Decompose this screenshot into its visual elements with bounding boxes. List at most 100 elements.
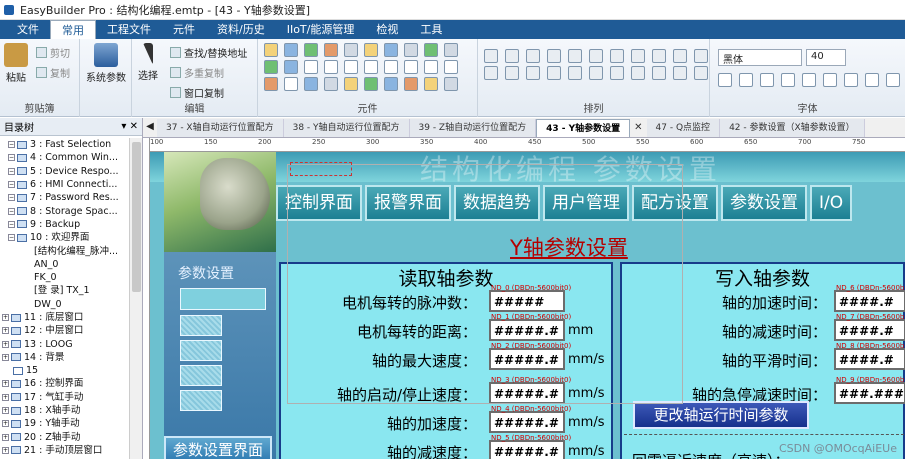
side-key-button[interactable] bbox=[180, 340, 222, 361]
select-button[interactable]: 选择 bbox=[138, 43, 158, 82]
tree-item[interactable]: +19 : Y轴手动 bbox=[0, 417, 129, 430]
unit-label: mm/s bbox=[568, 444, 605, 459]
decorative-artwork bbox=[164, 152, 276, 252]
window-page-icon bbox=[17, 193, 27, 202]
window-page-icon bbox=[17, 207, 27, 216]
same-height-icon bbox=[673, 49, 687, 63]
distribute-v-icon bbox=[631, 49, 645, 63]
ruler-tick: 550 bbox=[636, 138, 650, 146]
menu-iiot[interactable]: IIoT/能源管理 bbox=[276, 20, 366, 39]
numeric-input[interactable]: ####.# bbox=[834, 348, 905, 370]
tree-item[interactable]: +20 : Z轴手动 bbox=[0, 431, 129, 444]
copy-button[interactable]: 复制 bbox=[36, 65, 70, 80]
tab-window-42[interactable]: 42 - 参数设置（X轴参数设置） bbox=[720, 119, 865, 137]
ruler-tick: 500 bbox=[582, 138, 596, 146]
menu-project[interactable]: 工程文件 bbox=[96, 20, 162, 39]
tree-item[interactable]: 15 bbox=[0, 364, 129, 377]
numeric-input[interactable]: ####.# bbox=[834, 319, 905, 341]
tab-window-43[interactable]: 43 - Y轴参数设置 bbox=[536, 119, 631, 137]
menu-bar: 文件 常用 工程文件 元件 资料/历史 IIoT/能源管理 检视 工具 bbox=[0, 20, 905, 39]
tree-item-child[interactable]: [结构化编程_脉冲... bbox=[0, 244, 129, 257]
numeric-display[interactable]: #####.# bbox=[489, 440, 565, 459]
nav-params-button[interactable]: 参数设置 bbox=[721, 185, 807, 221]
side-key-button[interactable] bbox=[180, 390, 222, 411]
menu-common[interactable]: 常用 bbox=[50, 20, 96, 39]
panel-close-icon[interactable]: ▾ ✕ bbox=[121, 121, 138, 132]
read-field-row: 轴的加速度： #####.# ND_4 (DBDn-5600bit0) mm/s bbox=[281, 405, 611, 435]
arrange-icon-grid[interactable] bbox=[484, 49, 712, 80]
indicator-icon bbox=[404, 43, 418, 57]
menu-file[interactable]: 文件 bbox=[6, 20, 50, 39]
menu-objects[interactable]: 元件 bbox=[162, 20, 206, 39]
window-page-icon bbox=[11, 393, 21, 402]
element-icon-grid[interactable] bbox=[264, 43, 461, 91]
paste-icon bbox=[4, 43, 28, 67]
numeric-display[interactable]: #####.# bbox=[489, 411, 565, 433]
menu-data-history[interactable]: 资料/历史 bbox=[206, 20, 276, 39]
tree-item[interactable]: −4 : Common Win... bbox=[0, 151, 129, 164]
numeric-input[interactable]: ####.# bbox=[834, 290, 905, 312]
window-title: EasyBuilder Pro : 结构化编程.emtp - [43 - Y轴参… bbox=[20, 3, 310, 17]
font-family-select[interactable]: 黑体 bbox=[718, 49, 802, 66]
paste-button[interactable]: 粘贴 bbox=[4, 43, 28, 84]
tree-item[interactable]: −9 : Backup bbox=[0, 218, 129, 231]
tree-item[interactable]: +11 : 底层窗口 bbox=[0, 311, 129, 324]
arrange-group: 排列 bbox=[478, 39, 710, 117]
tree-item[interactable]: +12 : 中层窗口 bbox=[0, 324, 129, 337]
nav-io-button[interactable]: I/O bbox=[810, 185, 853, 221]
numeric-input[interactable]: ###.### bbox=[834, 382, 905, 404]
font-style-icon-grid[interactable] bbox=[718, 73, 904, 87]
tree-item[interactable]: +17 : 气缸手动 bbox=[0, 391, 129, 404]
tab-window-37[interactable]: 37 - X轴自动运行位置配方 bbox=[157, 119, 284, 137]
scrollbar-thumb[interactable] bbox=[132, 142, 141, 292]
tree-item[interactable]: −8 : Storage Spac... bbox=[0, 204, 129, 217]
change-runtime-params-button[interactable]: 更改轴运行时间参数 bbox=[633, 401, 809, 429]
font-size-select[interactable]: 40 bbox=[806, 49, 846, 66]
system-params-button[interactable]: 系统参数 bbox=[86, 43, 126, 84]
cut-button[interactable]: 剪切 bbox=[36, 45, 70, 60]
tree-item-child[interactable]: [登 录] TX_1 bbox=[0, 284, 129, 297]
ellipse-icon bbox=[404, 60, 418, 74]
tree-item[interactable]: −3 : Fast Selection bbox=[0, 138, 129, 151]
cut-icon bbox=[36, 47, 47, 58]
align-center-icon bbox=[505, 49, 519, 63]
tree-item[interactable]: +18 : X轴手动 bbox=[0, 404, 129, 417]
justify-icon bbox=[865, 73, 879, 87]
arrange-group-label: 排列 bbox=[583, 104, 604, 115]
tree-item-child[interactable]: AN_0 bbox=[0, 258, 129, 271]
tab-window-38[interactable]: 38 - Y轴自动运行位置配方 bbox=[283, 119, 410, 137]
find-replace-button[interactable]: 查找/替换地址 bbox=[170, 45, 247, 60]
tab-window-39[interactable]: 39 - Z轴自动运行位置配方 bbox=[409, 119, 537, 137]
tree-item[interactable]: +16 : 控制界面 bbox=[0, 377, 129, 390]
tree-item[interactable]: +13 : LOOG bbox=[0, 337, 129, 350]
tree-item[interactable]: +21 : 手动顶层窗口 bbox=[0, 444, 129, 457]
flip-icon bbox=[631, 66, 645, 80]
grid-icon bbox=[694, 66, 708, 80]
multi-copy-button[interactable]: 多重复制 bbox=[170, 65, 224, 80]
align-middle-icon bbox=[568, 49, 582, 63]
window-page-icon bbox=[11, 313, 21, 322]
tree-item-child[interactable]: DW_0 bbox=[0, 298, 129, 311]
tree-item-child[interactable]: FK_0 bbox=[0, 271, 129, 284]
menu-tools[interactable]: 工具 bbox=[409, 20, 453, 39]
tree-item[interactable]: −6 : HMI Connecti... bbox=[0, 178, 129, 191]
pdf-icon bbox=[424, 77, 438, 91]
tab-window-47[interactable]: 47 - Q点监控 bbox=[646, 119, 721, 137]
side-key-button[interactable] bbox=[180, 365, 222, 386]
tree-item[interactable]: −10 : 欢迎界面 bbox=[0, 231, 129, 244]
arc-icon bbox=[364, 60, 378, 74]
design-canvas[interactable]: 结构化编程 参数设置 参数设置 参数设置界面 控制界面 报警界面 数据趋势 用户… bbox=[150, 152, 905, 459]
ruler-tick: 200 bbox=[258, 138, 272, 146]
tab-close-icon[interactable]: ✕ bbox=[630, 119, 646, 137]
slider-icon bbox=[384, 43, 398, 57]
side-input-box[interactable] bbox=[180, 288, 266, 310]
menu-view[interactable]: 检视 bbox=[365, 20, 409, 39]
window-copy-button[interactable]: 窗口复制 bbox=[170, 85, 224, 100]
tree-item[interactable]: +14 : 背景 bbox=[0, 351, 129, 364]
params-screen-button[interactable]: 参数设置界面 bbox=[164, 436, 272, 459]
tree-scrollbar[interactable] bbox=[129, 138, 142, 459]
side-key-button[interactable] bbox=[180, 315, 222, 336]
tree-item[interactable]: −5 : Device Respo... bbox=[0, 165, 129, 178]
tree-item[interactable]: −7 : Password Res... bbox=[0, 191, 129, 204]
tab-scroll-left-icon[interactable]: ◀ bbox=[143, 117, 157, 137]
